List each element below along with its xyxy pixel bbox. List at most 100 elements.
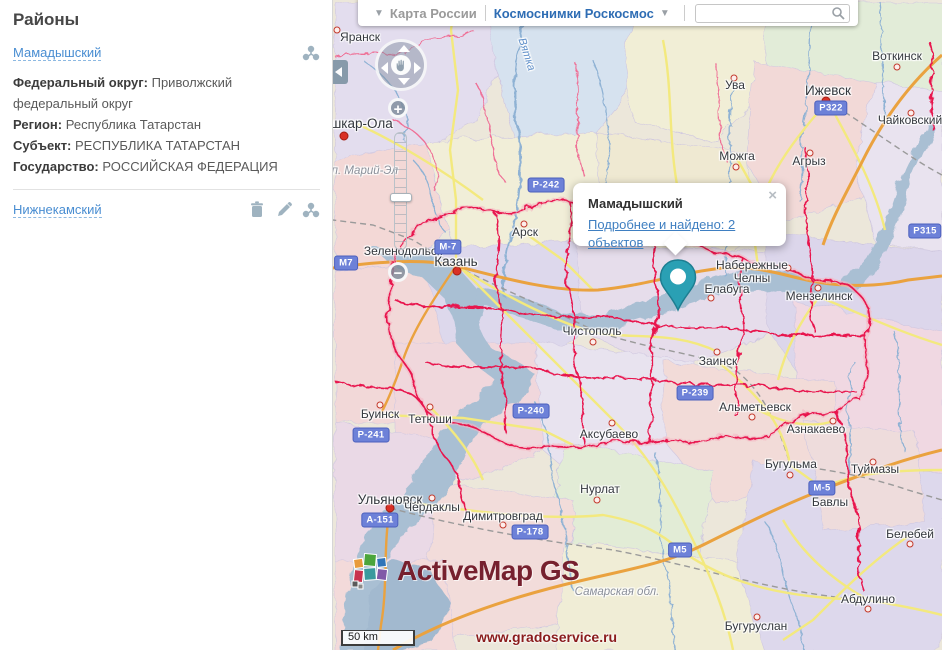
map-marker-pin[interactable] (658, 258, 698, 314)
logo-text: ActiveMap GS (397, 555, 579, 587)
share-icon[interactable] (302, 201, 320, 219)
detail-line: Субъект: РЕСПУБЛИКА ТАТАРСТАН (13, 135, 320, 156)
map-city-label: Агрыз (792, 155, 825, 168)
detail-line: Регион: Республика Татарстан (13, 114, 320, 135)
map-city-dot (907, 541, 914, 548)
map-city-dot (749, 414, 756, 421)
map-city-label: Чердаклы (404, 501, 460, 514)
search-input[interactable] (695, 4, 850, 23)
chevron-left-icon (335, 67, 342, 77)
road-badge: М7 (334, 256, 358, 271)
chevron-down-icon[interactable]: ▼ (660, 8, 670, 19)
divider (13, 189, 320, 190)
map-city-label: Чистополь (563, 325, 622, 338)
map-city-label: Мензелинск (786, 290, 853, 303)
map-city-label: Можга (719, 150, 754, 163)
popup-title: Мамадышский (588, 196, 772, 211)
map-city-label: Абдулино (841, 593, 895, 606)
marker-popup: × Мамадышский Подробнее и найдено: 2 объ… (573, 183, 786, 246)
map-city-label: Бугульма (765, 458, 817, 471)
road-badge: Р-178 (512, 525, 549, 540)
district-row: Мамадышский (13, 44, 320, 62)
chevron-down-icon[interactable]: ▼ (374, 8, 384, 19)
district-link-nizhnekamsky[interactable]: Нижнекамский (13, 202, 102, 218)
map-city-label: Йошкар-Ола (333, 117, 393, 130)
map-city-dot (340, 132, 349, 141)
divider (684, 5, 685, 21)
map-city-label: Азнакаево (787, 423, 846, 436)
collapse-panel-button[interactable] (333, 60, 348, 84)
districts-panel: Районы Мамадышский Федеральный округ: Пр… (0, 0, 333, 650)
detail-line: Государство: РОССИЙСКАЯ ФЕДЕРАЦИЯ (13, 156, 320, 177)
pan-control[interactable] (375, 39, 427, 91)
layer-option-base[interactable]: Карта России (390, 6, 477, 21)
map-city-label: Туймазы (851, 463, 899, 476)
map-city-label: Воткинск (872, 50, 922, 63)
road-badge: Р-240 (513, 404, 550, 419)
layer-option-active[interactable]: Космоснимки Роскосмос (494, 6, 654, 21)
map-viewport[interactable]: Яранск Ува Ижевск Воткинск Чайковский Можга Аг… (333, 0, 942, 650)
map-city-dot (865, 606, 872, 613)
map-region-label: Самарская обл. (575, 586, 660, 599)
map-city-label: Белебей (886, 528, 934, 541)
search-icon[interactable] (831, 6, 846, 21)
road-badge: А-151 (361, 513, 398, 528)
layer-toolbar: ▼ Карта России Космоснимки Роскосмос ▼ (358, 0, 858, 26)
activemap-app: Районы Мамадышский Федеральный округ: Пр… (0, 0, 942, 650)
activemap-logo: ActiveMap GS (351, 552, 579, 590)
district-details: Федеральный округ: Приволжский федеральн… (13, 72, 320, 177)
road-badge: Р-242 (528, 178, 565, 193)
scale-bar: 50 km (341, 630, 415, 646)
map-city-label: Альметьевск (719, 401, 791, 414)
map-city-label: Димитровград (463, 510, 543, 523)
district-row: Нижнекамский (13, 200, 320, 219)
map-city-label: Ува (725, 79, 745, 92)
map-city-dot (787, 472, 794, 479)
map-city-dot (609, 420, 616, 427)
road-badge: Р-241 (353, 428, 390, 443)
divider (485, 5, 486, 21)
map-city-label: Тетюши (408, 413, 452, 426)
map-city-label: Елабуга (704, 283, 749, 296)
map-city-dot (427, 404, 434, 411)
zoom-in-button[interactable]: + (388, 98, 408, 118)
map-city-label: Нурлат (580, 483, 620, 496)
popup-tail (663, 231, 687, 255)
hand-icon[interactable] (391, 55, 411, 75)
road-badge: М5 (668, 543, 692, 558)
pan-down-icon[interactable] (398, 78, 410, 85)
road-badge: Р322 (814, 101, 847, 116)
map-city-label: Яранск (340, 31, 380, 44)
zoom-slider[interactable] (394, 132, 407, 250)
map-city-label: Казань (434, 255, 477, 268)
map-city-label: Бугуруслан (725, 620, 788, 633)
map-city-label: Арск (512, 226, 538, 239)
search-box (695, 4, 850, 23)
map-city-label: Аксубаево (580, 428, 638, 441)
panel-title: Районы (13, 10, 320, 30)
detail-line: Федеральный округ: Приволжский федеральн… (13, 72, 320, 114)
map-region-label: Респ. Марий-Эл (333, 165, 398, 178)
share-icon[interactable] (302, 44, 320, 62)
pan-up-icon[interactable] (398, 45, 410, 52)
attribution-link[interactable]: www.gradoservice.ru (476, 629, 617, 645)
map-city-dot (733, 164, 740, 171)
activemap-logo-icon (351, 552, 391, 590)
map-city-dot (590, 339, 597, 346)
pan-left-icon[interactable] (381, 62, 388, 74)
map-city-dot (894, 64, 901, 71)
popup-details-link[interactable]: Подробнее и найдено: 2 объектов (588, 217, 735, 250)
pan-right-icon[interactable] (414, 62, 421, 74)
map-city-label: Бавлы (812, 496, 848, 509)
map-city-dot (594, 497, 601, 504)
trash-icon[interactable] (248, 200, 266, 219)
road-badge: М-7 (434, 240, 461, 255)
map-city-label: Ижевск (805, 84, 851, 97)
zoom-slider-handle[interactable] (390, 193, 412, 202)
zoom-out-button[interactable]: − (388, 262, 408, 282)
map-city-label: Буинск (361, 408, 399, 421)
edit-icon[interactable] (275, 201, 293, 219)
map-city-label: Заинск (699, 355, 738, 368)
map-city-label: Чайковский (878, 114, 942, 127)
district-link-mamadyshsky[interactable]: Мамадышский (13, 45, 101, 61)
